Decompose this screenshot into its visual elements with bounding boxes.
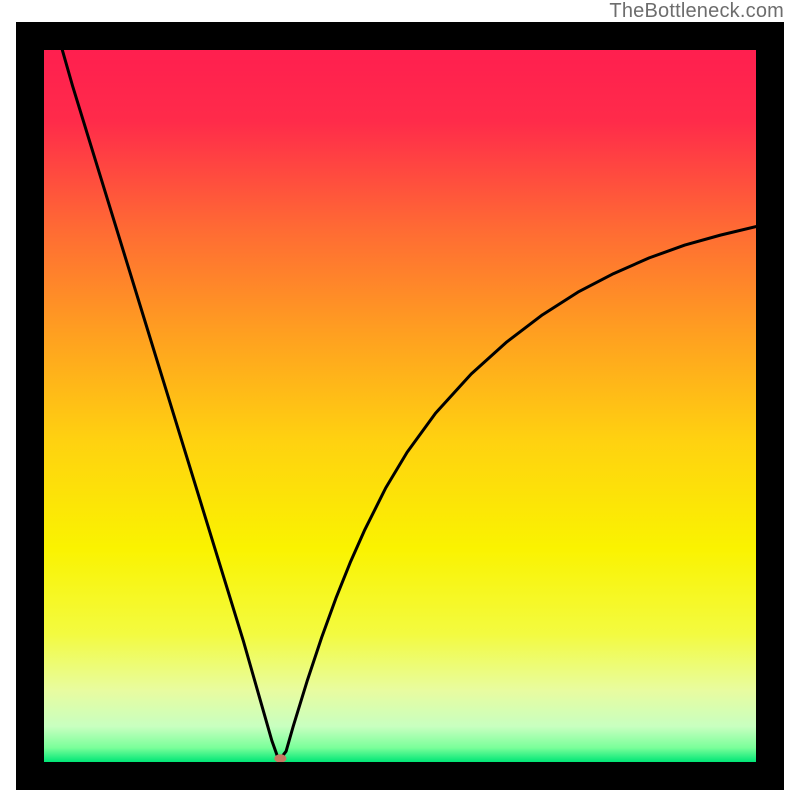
chart-frame: [16, 22, 784, 790]
plot-area: [44, 50, 756, 762]
gradient-background: [44, 50, 756, 762]
chart-container: TheBottleneck.com: [0, 0, 800, 800]
watermark-text: TheBottleneck.com: [609, 0, 784, 23]
chart-svg: [44, 50, 756, 762]
